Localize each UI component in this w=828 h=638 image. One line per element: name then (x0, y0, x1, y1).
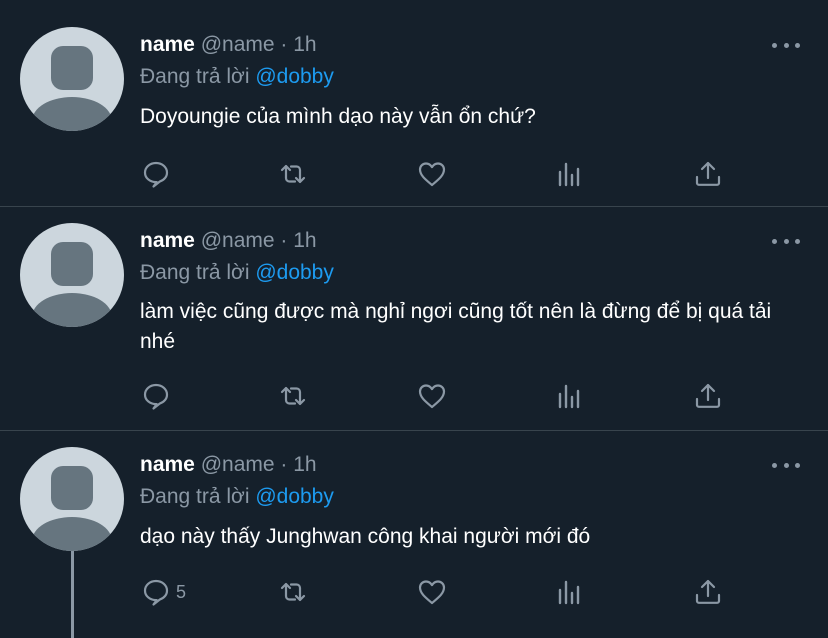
speech-bubble-icon (143, 161, 169, 188)
reply-button[interactable] (140, 378, 176, 414)
like-button[interactable] (416, 156, 448, 192)
mention-link[interactable]: @dobby (255, 485, 334, 508)
speech-bubble-icon (143, 579, 169, 606)
tweet-actions (140, 378, 740, 414)
share-upload-icon (695, 161, 721, 186)
tweet-text: Doyoungie của mình dạo này vẫn ổn chứ? (140, 105, 536, 128)
share-button[interactable] (692, 378, 724, 414)
mention-link[interactable]: @dobby (255, 65, 334, 88)
share-button[interactable] (692, 574, 724, 610)
avatar-head-shape (51, 46, 93, 90)
timestamp[interactable]: 1h (293, 453, 316, 476)
user-handle[interactable]: @name (201, 33, 275, 56)
retweet-icon (280, 164, 306, 184)
replying-to: Đang trả lời @dobby (140, 64, 334, 90)
display-name[interactable]: name (140, 453, 195, 476)
separator-dot: · (280, 33, 288, 56)
heart-icon (418, 162, 446, 187)
analytics-button[interactable] (554, 156, 586, 192)
heart-icon (418, 384, 446, 409)
share-upload-icon (695, 383, 721, 408)
avatar[interactable] (20, 447, 124, 551)
tweet[interactable]: name @name · 1h Đang trả lời @dobby dạo … (0, 431, 828, 638)
share-upload-icon (695, 579, 721, 604)
tweet-header: name @name · 1h (140, 228, 317, 254)
replying-to: Đang trả lời @dobby (140, 260, 334, 286)
tweet-thread: name @name · 1h Đang trả lời @dobby Doyo… (0, 0, 828, 638)
reply-button[interactable] (140, 156, 176, 192)
bar-chart-icon (558, 384, 580, 409)
avatar[interactable] (20, 223, 124, 327)
display-name[interactable]: name (140, 33, 195, 56)
replying-to-label: Đang trả lời (140, 261, 250, 284)
avatar-body-shape (32, 97, 112, 131)
tweet-header: name @name · 1h (140, 32, 317, 58)
display-name[interactable]: name (140, 229, 195, 252)
tweet-actions: 5 (140, 574, 740, 610)
reply-button[interactable]: 5 (140, 574, 186, 610)
more-horizontal-icon[interactable] (772, 458, 800, 472)
speech-bubble-icon (143, 383, 169, 410)
replying-to: Đang trả lời @dobby (140, 484, 334, 510)
separator-dot: · (280, 229, 288, 252)
analytics-button[interactable] (554, 574, 586, 610)
avatar-head-shape (51, 466, 93, 510)
retweet-button[interactable] (277, 574, 309, 610)
bar-chart-icon (558, 162, 580, 187)
like-button[interactable] (416, 378, 448, 414)
replying-to-label: Đang trả lời (140, 65, 250, 88)
retweet-icon (280, 582, 306, 602)
bar-chart-icon (558, 580, 580, 605)
retweet-button[interactable] (277, 378, 309, 414)
timestamp[interactable]: 1h (293, 229, 316, 252)
tweet[interactable]: name @name · 1h Đang trả lời @dobby làm … (0, 207, 828, 430)
timestamp[interactable]: 1h (293, 33, 316, 56)
tweet-text: dạo này thấy Junghwan công khai người mớ… (140, 525, 591, 548)
avatar[interactable] (20, 27, 124, 131)
tweet[interactable]: name @name · 1h Đang trả lời @dobby Doyo… (0, 0, 828, 206)
heart-icon (418, 580, 446, 605)
avatar-body-shape (32, 293, 112, 327)
retweet-icon (280, 386, 306, 406)
avatar-head-shape (51, 242, 93, 286)
analytics-button[interactable] (554, 378, 586, 414)
share-button[interactable] (692, 156, 724, 192)
tweet-actions (140, 156, 740, 192)
reply-count: 5 (176, 581, 187, 602)
replying-to-label: Đang trả lời (140, 485, 250, 508)
more-horizontal-icon[interactable] (772, 234, 800, 248)
tweet-text: làm việc cũng được mà nghỉ ngơi cũng tốt… (140, 300, 772, 353)
avatar-body-shape (32, 517, 112, 551)
retweet-button[interactable] (277, 156, 309, 192)
user-handle[interactable]: @name (201, 453, 275, 476)
user-handle[interactable]: @name (201, 229, 275, 252)
like-button[interactable] (416, 574, 448, 610)
separator-dot: · (280, 453, 288, 476)
mention-link[interactable]: @dobby (255, 261, 334, 284)
tweet-header: name @name · 1h (140, 452, 317, 478)
more-horizontal-icon[interactable] (772, 38, 800, 52)
